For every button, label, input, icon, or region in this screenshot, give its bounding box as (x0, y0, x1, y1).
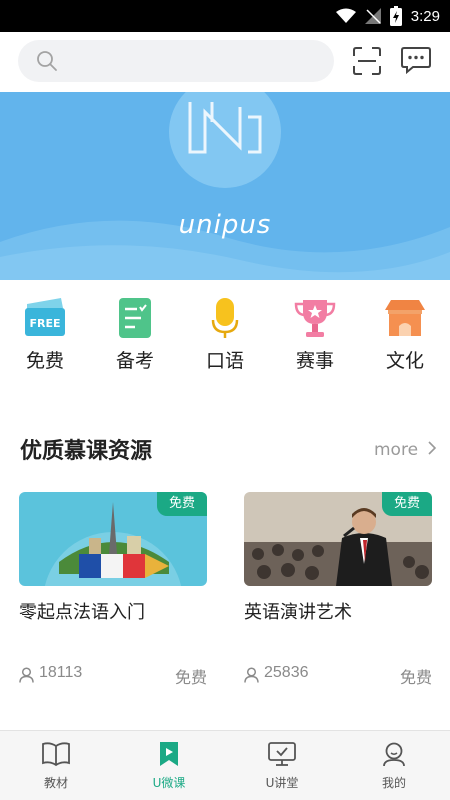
user-icon (244, 667, 259, 683)
user-icon (19, 667, 34, 683)
more-label: more (374, 440, 419, 460)
category-speaking[interactable]: 口语 (190, 296, 260, 376)
course-thumbnail: 免费 (19, 492, 207, 586)
scan-icon[interactable] (352, 46, 382, 76)
pavilion-icon (383, 296, 427, 340)
search-bar[interactable] (18, 40, 334, 82)
course-title: 零起点法语入门 (19, 602, 145, 623)
battery-charging-icon (389, 6, 402, 26)
person-icon (383, 742, 405, 767)
category-competition[interactable]: 赛事 (280, 296, 350, 376)
tab-label: U微课 (152, 776, 186, 790)
tab-textbook[interactable]: 教材 (16, 741, 96, 791)
learner-count: 25836 (264, 664, 309, 681)
free-ticket-icon: FREE (23, 296, 67, 340)
learner-count: 18113 (39, 664, 83, 681)
tab-label: 教材 (43, 776, 68, 790)
course-thumbnail: 免费 (244, 492, 432, 586)
message-icon[interactable] (401, 46, 431, 74)
category-exam-prep[interactable]: 备考 (100, 296, 170, 376)
promo-banner[interactable]: unipus (0, 92, 450, 280)
chevron-right-icon (428, 441, 437, 455)
course-meta: 18113 免费 (19, 664, 207, 687)
course-meta: 25836 免费 (244, 664, 432, 687)
status-bar: 3:29 (0, 0, 450, 32)
free-tag: 免费 (157, 492, 207, 516)
category-label: 赛事 (295, 350, 334, 372)
trophy-icon (293, 296, 337, 340)
free-tag: 免费 (382, 492, 432, 516)
category-free[interactable]: FREE 免费 (10, 296, 80, 376)
course-card[interactable]: 免费 英语演讲艺术 (244, 492, 432, 624)
brand-logo: unipus (178, 210, 272, 240)
category-row: FREE 免费 备考 口语 赛事 文化 (0, 296, 450, 386)
status-time: 3:29 (410, 7, 440, 25)
course-price: 免费 (174, 668, 207, 687)
search-input[interactable] (68, 40, 318, 82)
checklist-icon (113, 296, 157, 340)
status-icons: 3:29 (335, 6, 440, 26)
course-title: 英语演讲艺术 (244, 602, 352, 623)
play-bookmark-icon (160, 742, 178, 766)
category-culture[interactable]: 文化 (370, 296, 440, 376)
tab-label: 我的 (381, 776, 406, 790)
category-label: 备考 (115, 350, 154, 372)
no-signal-icon (364, 8, 381, 24)
section-title: 优质慕课资源 (20, 439, 153, 464)
category-label: 免费 (25, 350, 64, 372)
tab-mine[interactable]: 我的 (354, 741, 434, 791)
wifi-icon (335, 8, 356, 23)
top-header (0, 32, 450, 92)
tab-u-microlesson[interactable]: U微课 (129, 741, 209, 791)
search-icon (37, 51, 57, 71)
free-badge-text: FREE (29, 317, 60, 330)
tab-u-lecture[interactable]: U讲堂 (242, 741, 322, 791)
book-icon (42, 742, 70, 767)
bottom-tab-bar: 教材 U微课 U讲堂 我的 (0, 730, 450, 800)
course-price: 免费 (399, 668, 432, 687)
microphone-icon (203, 296, 247, 340)
category-label: 文化 (385, 350, 424, 372)
tab-label: U讲堂 (265, 776, 299, 790)
more-link[interactable]: more (374, 440, 437, 460)
banner-art (0, 92, 450, 280)
screen-check-icon (268, 742, 296, 766)
course-card[interactable]: 免费 零起点法语入门 (19, 492, 207, 624)
category-label: 口语 (205, 350, 244, 372)
